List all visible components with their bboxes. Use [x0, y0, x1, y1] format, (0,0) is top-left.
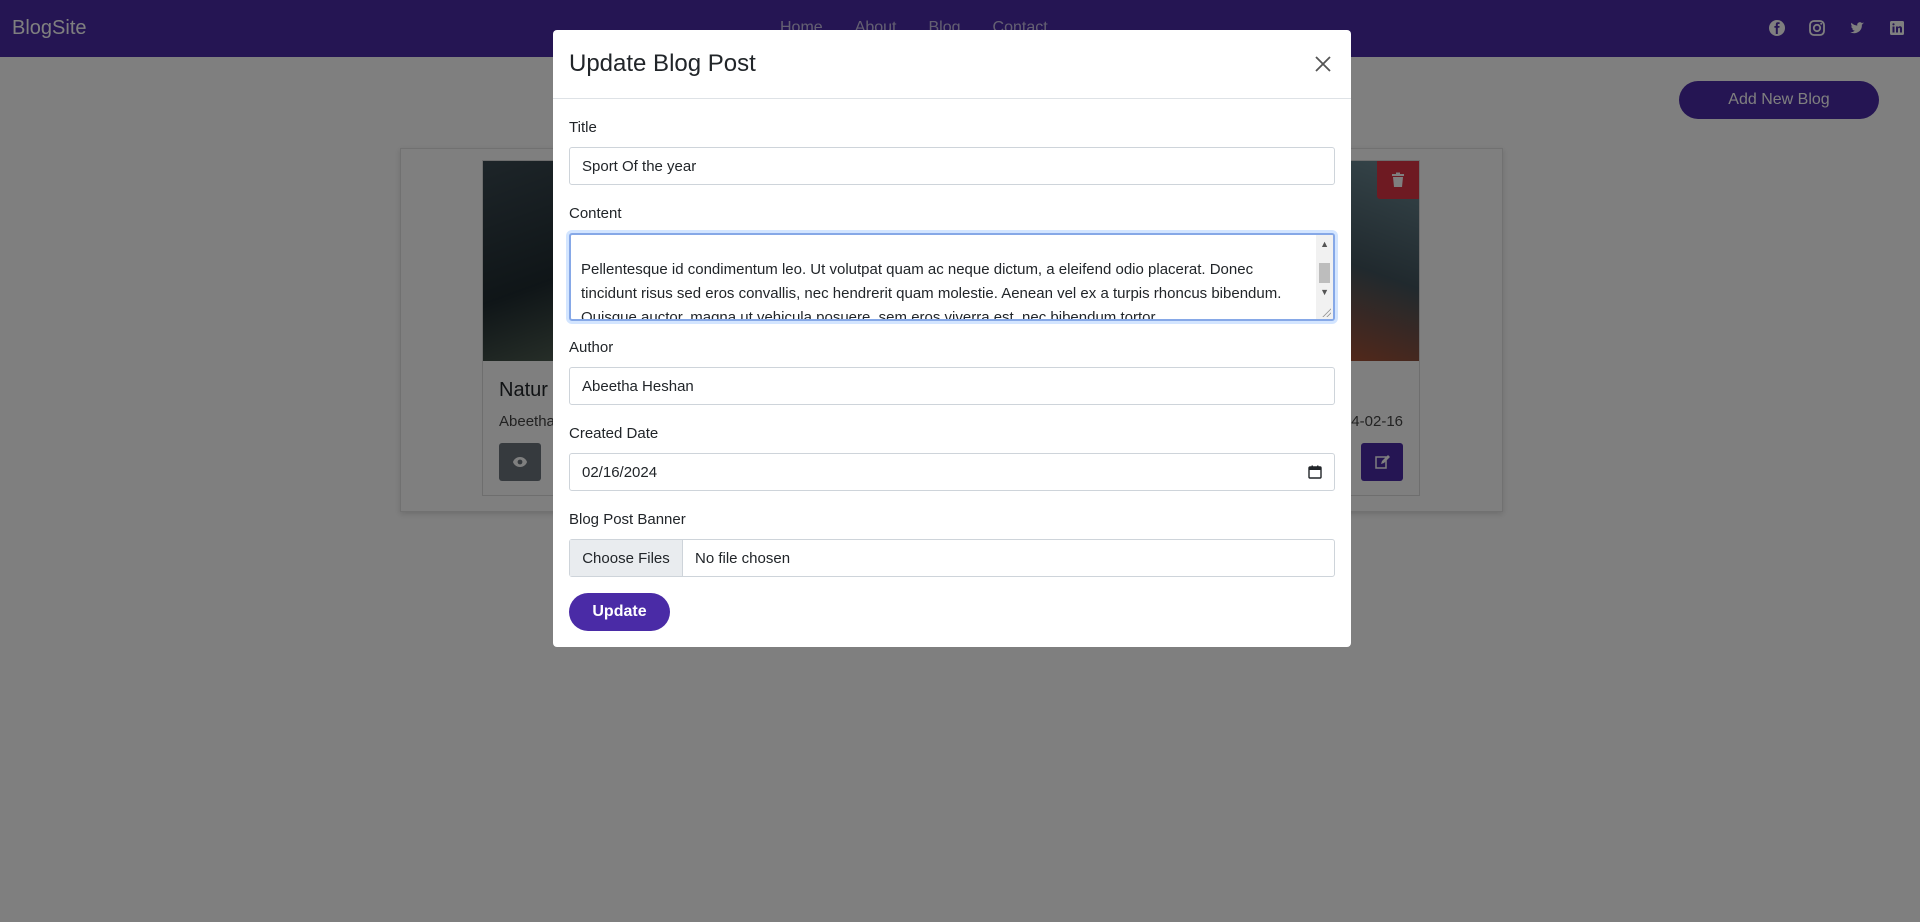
scroll-up-icon[interactable]: ▲: [1320, 239, 1329, 249]
close-button[interactable]: [1311, 52, 1335, 76]
date-value: 02/16/2024: [582, 463, 658, 481]
choose-files-button[interactable]: Choose Files: [570, 540, 683, 576]
banner-file-input[interactable]: Choose Files No file chosen: [569, 539, 1335, 577]
update-button[interactable]: Update: [569, 593, 670, 631]
content-label: Content: [569, 205, 622, 222]
author-input[interactable]: Abeetha Heshan: [569, 367, 1335, 405]
modal-header: Update Blog Post: [553, 30, 1351, 99]
title-label: Title: [569, 119, 597, 136]
file-status: No file chosen: [695, 549, 791, 567]
scroll-thumb[interactable]: [1319, 263, 1330, 283]
author-label: Author: [569, 339, 614, 356]
content-textarea[interactable]: Pellentesque id condimentum leo. Ut volu…: [569, 233, 1335, 321]
update-blog-modal: Update Blog Post Title Sport Of the year…: [553, 30, 1351, 647]
calendar-icon[interactable]: [1308, 465, 1322, 479]
resize-grip-icon[interactable]: [1321, 307, 1331, 317]
created-date-input[interactable]: 02/16/2024: [569, 453, 1335, 491]
scroll-down-icon[interactable]: ▼: [1320, 287, 1329, 297]
modal-title: Update Blog Post: [569, 50, 756, 77]
banner-label: Blog Post Banner: [569, 511, 686, 528]
close-icon: [1315, 56, 1331, 72]
created-date-label: Created Date: [569, 425, 659, 442]
title-input[interactable]: Sport Of the year: [569, 147, 1335, 185]
content-text: Pellentesque id condimentum leo. Ut volu…: [581, 261, 1282, 321]
